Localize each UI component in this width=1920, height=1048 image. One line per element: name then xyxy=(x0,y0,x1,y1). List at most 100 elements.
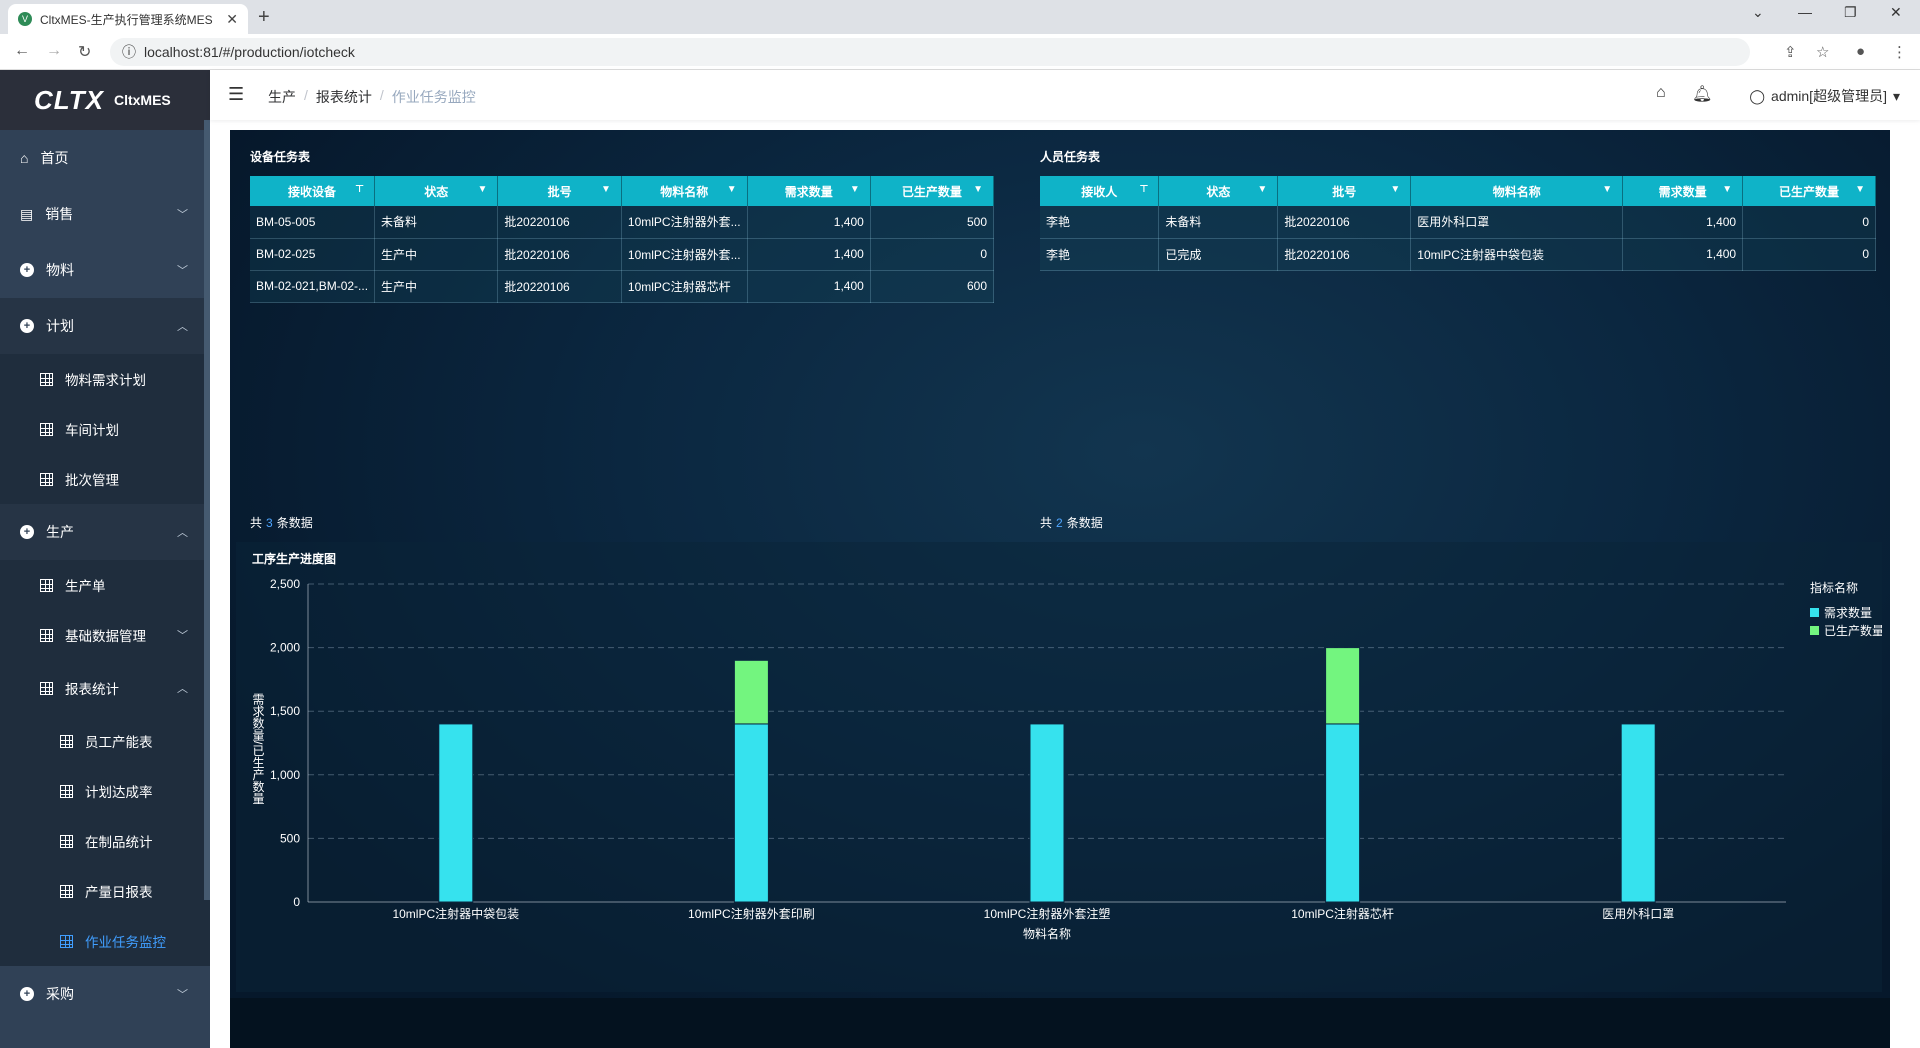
sort-down-icon: ▼ xyxy=(1390,184,1401,195)
column-header[interactable]: 需求数量 ▼ xyxy=(1622,176,1744,206)
plus-circle-icon: + xyxy=(20,987,34,1001)
device-table-title: 设备任务表 xyxy=(250,150,311,164)
info-icon[interactable]: ⓘ xyxy=(122,42,136,62)
sort-down-icon: ▼ xyxy=(1602,184,1613,195)
logo[interactable]: CLTX CltxMES xyxy=(0,70,210,130)
table-cell: BM-02-025 xyxy=(250,238,376,271)
table-cell: BM-02-021,BM-02-... xyxy=(250,270,376,303)
sidebar-item-label: 计划达成率 xyxy=(85,785,153,800)
sidebar: CLTX CltxMES ⌂ 首页 ▤ 销售 ﹀ + 物料 ﹀ + 计划 ︿ 物… xyxy=(0,70,210,1048)
breadcrumb-item[interactable]: 生产 xyxy=(268,87,296,107)
x-tick-label: 10mlPC注射器外套印刷 xyxy=(688,906,815,921)
column-header[interactable]: 需求数量 ▼ xyxy=(747,176,871,206)
table-row[interactable]: BM-02-021,BM-02-... 生产中 批20220106 10mlPC… xyxy=(250,270,995,303)
sidebar-item-employee-capacity[interactable]: 员工产能表 xyxy=(0,716,210,766)
column-header[interactable]: 批号 ▼ xyxy=(1277,176,1412,206)
table-row[interactable]: 李艳 已完成 批20220106 10mlPC注射器中袋包装 1,400 0 xyxy=(1040,238,1876,271)
column-header[interactable]: 已生产数量 ▼ xyxy=(1742,176,1876,206)
grid-icon xyxy=(60,784,73,798)
progress-chart: 0 500 1,000 1,500 2,000 2,500 10mlPC注射器中袋包装 10m… xyxy=(251,577,1882,941)
x-axis-label: 物料名称 xyxy=(1023,926,1071,941)
share-icon[interactable]: ⇪ xyxy=(1784,43,1797,61)
filter-icon: ⊤ xyxy=(354,184,365,195)
sidebar-item-plan[interactable]: + 计划 ︿ xyxy=(0,298,210,354)
tab-search-icon[interactable]: ⌄ xyxy=(1752,4,1764,21)
table-cell: 10mlPC注射器中袋包装 xyxy=(1410,238,1624,271)
grid-icon xyxy=(40,681,53,695)
sidebar-item-plan-achievement[interactable]: 计划达成率 xyxy=(0,766,210,816)
column-header[interactable]: 状态 ▼ xyxy=(374,176,499,206)
bell-icon[interactable]: 🔔︎ xyxy=(1692,84,1712,104)
grid-icon xyxy=(40,372,53,386)
y-tick-label: 500 xyxy=(280,831,300,845)
tab-title: CltxMES-生产执行管理系统MES xyxy=(40,12,213,27)
sidebar-item-home[interactable]: ⌂ 首页 xyxy=(0,130,210,186)
forward-icon[interactable]: → xyxy=(46,42,62,60)
sidebar-item-material-requirement[interactable]: 物料需求计划 xyxy=(0,354,210,404)
top-header: ☰ 生产 / 报表统计 / 作业任务监控 ⌂ 🔔︎ ◯ admin[超级管理员]… xyxy=(210,70,1920,120)
profile-icon[interactable]: ● xyxy=(1856,43,1865,60)
sidebar-item-label: 首页 xyxy=(40,150,69,166)
table-row[interactable]: BM-02-025 生产中 批20220106 10mlPC注射器外套... 1… xyxy=(250,238,995,271)
sidebar-item-base-data[interactable]: 基础数据管理 ﹀ xyxy=(0,610,210,660)
sort-down-icon: ▼ xyxy=(726,184,737,195)
back-icon[interactable]: ← xyxy=(14,42,30,60)
caret-down-icon: ▾ xyxy=(1892,87,1900,104)
column-header[interactable]: 物料名称 ▼ xyxy=(1410,176,1624,206)
column-header[interactable]: 接收设备 ⊤ xyxy=(250,176,376,206)
row-count: 2 xyxy=(1056,516,1063,530)
sort-down-icon: ▼ xyxy=(477,184,488,195)
breadcrumb: 生产 / 报表统计 / 作业任务监控 xyxy=(268,87,476,107)
breadcrumb-item[interactable]: 报表统计 xyxy=(316,87,372,107)
home-icon: ⌂ xyxy=(20,150,29,166)
sidebar-item-workshop-plan[interactable]: 车间计划 xyxy=(0,404,210,454)
hamburger-icon[interactable]: ☰ xyxy=(228,84,244,105)
reload-icon[interactable]: ↻ xyxy=(78,42,91,62)
browser-tab[interactable]: V CltxMES-生产执行管理系统MES ✕ xyxy=(8,4,248,34)
home-icon[interactable]: ⌂ xyxy=(1656,84,1666,102)
sidebar-scrollbar[interactable] xyxy=(204,120,210,900)
device-table-footer: 共 3 条数据 xyxy=(250,514,313,531)
sidebar-item-daily-output[interactable]: 产量日报表 xyxy=(0,866,210,916)
user-menu[interactable]: ◯ admin[超级管理员] ▾ xyxy=(1749,86,1900,106)
new-tab-icon[interactable]: + xyxy=(258,6,270,29)
sidebar-item-label: 生产 xyxy=(46,524,74,540)
bookmark-star-icon[interactable]: ☆ xyxy=(1816,43,1829,61)
sidebar-item-label: 基础数据管理 xyxy=(65,629,146,644)
column-header[interactable]: 已生产数量 ▼ xyxy=(870,176,995,206)
column-header[interactable]: 接收人 ⊤ xyxy=(1040,176,1160,206)
sidebar-item-task-monitor[interactable]: 作业任务监控 xyxy=(0,916,210,966)
sort-down-icon: ▼ xyxy=(1855,184,1865,195)
column-header[interactable]: 状态 ▼ xyxy=(1158,176,1279,206)
bar-produced xyxy=(1325,647,1361,725)
table-cell: 生产中 xyxy=(374,238,499,271)
close-tab-icon[interactable]: ✕ xyxy=(226,11,238,28)
x-tick-label: 10mlPC注射器中袋包装 xyxy=(392,906,519,921)
close-window-icon[interactable]: ✕ xyxy=(1890,4,1902,21)
sidebar-item-wip-stats[interactable]: 在制品统计 xyxy=(0,816,210,866)
footer-prefix: 共 xyxy=(1040,516,1053,530)
sidebar-item-production-order[interactable]: 生产单 xyxy=(0,560,210,610)
sidebar-item-material[interactable]: + 物料 ﹀ xyxy=(0,242,210,298)
bar-demand xyxy=(438,723,474,903)
minimize-icon[interactable]: — xyxy=(1798,4,1812,20)
person-task-panel: 人员任务表 接收人 ⊤ 状态 ▼ 批号 ▼ 物料名称 ▼ 需求数量 ▼ 已生产数量 ▼ 李艳… xyxy=(1020,130,1890,540)
sidebar-item-batch[interactable]: 批次管理 xyxy=(0,454,210,504)
table-row[interactable]: BM-05-005 未备料 批20220106 10mlPC注射器外套... 1… xyxy=(250,206,995,239)
chevron-down-icon: ﹀ xyxy=(177,630,188,642)
sidebar-item-purchase[interactable]: + 采购 ﹀ xyxy=(0,966,210,1022)
sidebar-item-sales[interactable]: ▤ 销售 ﹀ xyxy=(0,186,210,242)
url-field[interactable]: ⓘ localhost:81/#/production/iotcheck xyxy=(110,38,1750,66)
plus-circle-icon: + xyxy=(20,525,34,539)
sort-down-icon: ▼ xyxy=(1722,184,1733,195)
bar-demand xyxy=(1620,723,1656,903)
sidebar-item-production[interactable]: + 生产 ︿ xyxy=(0,504,210,560)
browser-menu-icon[interactable]: ⋮ xyxy=(1892,43,1907,61)
sidebar-item-reports[interactable]: 报表统计 ︿ xyxy=(0,660,210,716)
column-header[interactable]: 批号 ▼ xyxy=(497,176,622,206)
table-row[interactable]: 李艳 未备料 批20220106 医用外科口罩 1,400 0 xyxy=(1040,206,1876,239)
column-header[interactable]: 物料名称 ▼ xyxy=(621,176,748,206)
grid-icon xyxy=(40,628,53,642)
person-table-title: 人员任务表 xyxy=(1040,150,1101,164)
maximize-icon[interactable]: ❐ xyxy=(1844,4,1857,21)
